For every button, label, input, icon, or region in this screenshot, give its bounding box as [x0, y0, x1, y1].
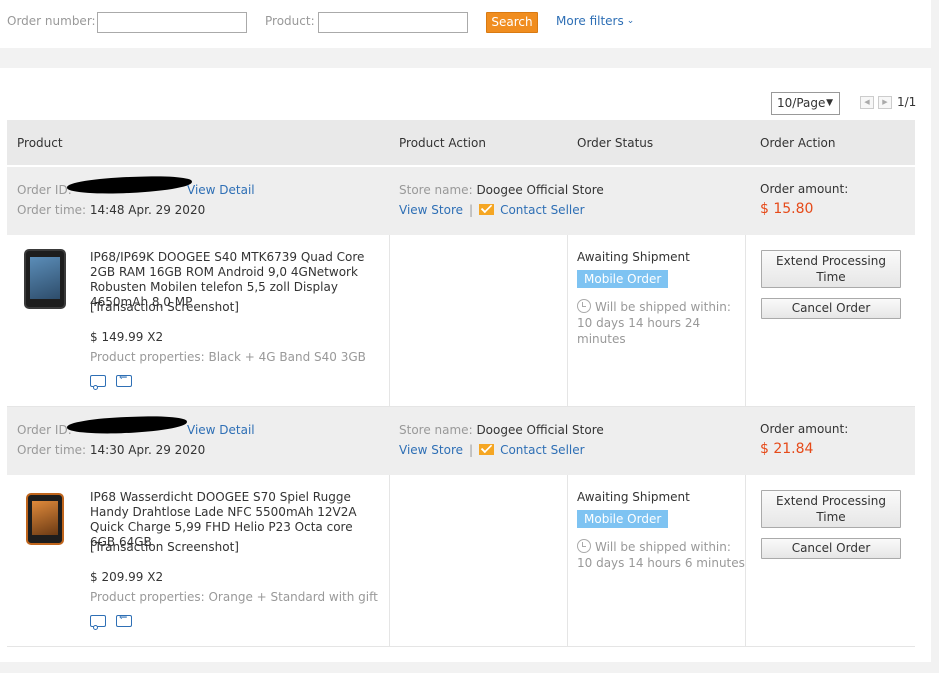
order-number-input[interactable]: [97, 12, 247, 33]
order-amount-label: Order amount:: [760, 182, 849, 196]
more-filters-label: More filters: [556, 14, 624, 28]
order-number-label: Order number:: [7, 14, 96, 28]
scrollbar-track[interactable]: [931, 0, 939, 673]
clock-icon: [577, 299, 591, 313]
orders-panel: 10/Page ▼ ◀ ▶ 1/1 Product Product Action…: [0, 68, 931, 662]
order-amount: $ 15.80: [760, 201, 814, 217]
store-name: Doogee Official Store: [476, 423, 604, 437]
product-properties-label: Product properties:: [90, 590, 205, 604]
store-name: Doogee Official Store: [476, 183, 604, 197]
order-status: Awaiting Shipment: [577, 250, 690, 264]
store-name-label: Store name:: [399, 183, 473, 197]
order-time-label: Order time:: [17, 203, 87, 217]
order-row: IP68/IP69K DOOGEE S40 MTK6739 Quad Core …: [7, 235, 915, 407]
product-price: $ 209.99 X2: [90, 570, 164, 584]
order-id-label: Order ID:: [17, 183, 72, 197]
next-page-button[interactable]: ▶: [878, 96, 892, 109]
ship-countdown: Will be shipped within: 10 days 14 hours…: [577, 300, 731, 346]
redacted-order-id: [66, 174, 193, 196]
order-status: Awaiting Shipment: [577, 490, 690, 504]
view-store-link[interactable]: View Store: [399, 203, 463, 217]
cancel-order-button[interactable]: Cancel Order: [761, 298, 901, 319]
shipping-truck-icon[interactable]: [90, 615, 106, 630]
product-properties-label: Product properties:: [90, 350, 205, 364]
mail-icon: [479, 204, 495, 215]
order-time: 14:30 Apr. 29 2020: [89, 443, 206, 457]
table-header: Product Product Action Order Status Orde…: [7, 120, 915, 165]
order-amount: $ 21.84: [760, 441, 814, 457]
view-detail-link[interactable]: View Detail: [187, 423, 255, 437]
page-size-value: 10/Page: [777, 96, 826, 110]
mobile-order-badge: Mobile Order: [577, 510, 669, 528]
view-detail-link[interactable]: View Detail: [187, 183, 255, 197]
product-thumbnail[interactable]: [21, 489, 69, 551]
order-header: Order ID: View Detail Order time: 14:48 …: [7, 167, 915, 235]
header-order-status: Order Status: [577, 136, 654, 150]
shipping-truck-icon[interactable]: [90, 375, 106, 390]
chevron-down-icon: ⌄: [626, 16, 635, 26]
search-button[interactable]: Search: [486, 12, 538, 33]
order-header: Order ID: View Detail Order time: 14:30 …: [7, 407, 915, 475]
more-filters-link[interactable]: More filters ⌄: [556, 14, 634, 28]
clock-icon: [577, 539, 591, 553]
prev-page-button[interactable]: ◀: [860, 96, 874, 109]
extend-processing-time-button[interactable]: Extend Processing Time: [761, 250, 901, 288]
product-properties: Orange + Standard with gift: [208, 590, 378, 604]
header-product-action: Product Action: [399, 136, 486, 150]
product-thumbnail[interactable]: [21, 249, 69, 311]
phone-image: [26, 493, 64, 545]
page-size-select[interactable]: 10/Page ▼: [771, 92, 840, 115]
column-divider: [567, 235, 568, 407]
view-store-link[interactable]: View Store: [399, 443, 463, 457]
mail-icon: [479, 444, 495, 455]
product-label: Product:: [265, 14, 315, 28]
cancel-order-button[interactable]: Cancel Order: [761, 538, 901, 559]
phone-image: [24, 249, 66, 309]
product-input[interactable]: [318, 12, 468, 33]
order-row: IP68 Wasserdicht DOOGEE S70 Spiel Rugge …: [7, 475, 915, 647]
product-properties: Black + 4G Band S40 3GB: [208, 350, 366, 364]
order-amount-label: Order amount:: [760, 422, 849, 436]
column-divider: [389, 475, 390, 647]
dropdown-arrow-icon: ▼: [826, 98, 833, 108]
order-time: 14:48 Apr. 29 2020: [89, 203, 206, 217]
column-divider: [389, 235, 390, 407]
column-divider: [567, 475, 568, 647]
transaction-screenshot-link[interactable]: [Transaction Screenshot]: [90, 540, 380, 555]
header-order-action: Order Action: [760, 136, 836, 150]
return-icon[interactable]: [116, 372, 132, 387]
product-price: $ 149.99 X2: [90, 330, 164, 344]
extend-processing-time-button[interactable]: Extend Processing Time: [761, 490, 901, 528]
return-icon[interactable]: [116, 612, 132, 627]
redacted-order-id: [66, 414, 188, 436]
store-name-label: Store name:: [399, 423, 473, 437]
order-id-label: Order ID:: [17, 423, 72, 437]
mobile-order-badge: Mobile Order: [577, 270, 669, 288]
page-info: 1/1: [897, 95, 917, 109]
ship-countdown: Will be shipped within: 10 days 14 hours…: [577, 540, 745, 570]
filter-bar: Order number: Product: Search More filte…: [0, 0, 931, 48]
contact-seller-link[interactable]: Contact Seller: [500, 203, 585, 217]
contact-seller-link[interactable]: Contact Seller: [500, 443, 585, 457]
header-product: Product: [17, 136, 63, 150]
transaction-screenshot-link[interactable]: [Transaction Screenshot]: [90, 300, 380, 315]
order-time-label: Order time:: [17, 443, 87, 457]
